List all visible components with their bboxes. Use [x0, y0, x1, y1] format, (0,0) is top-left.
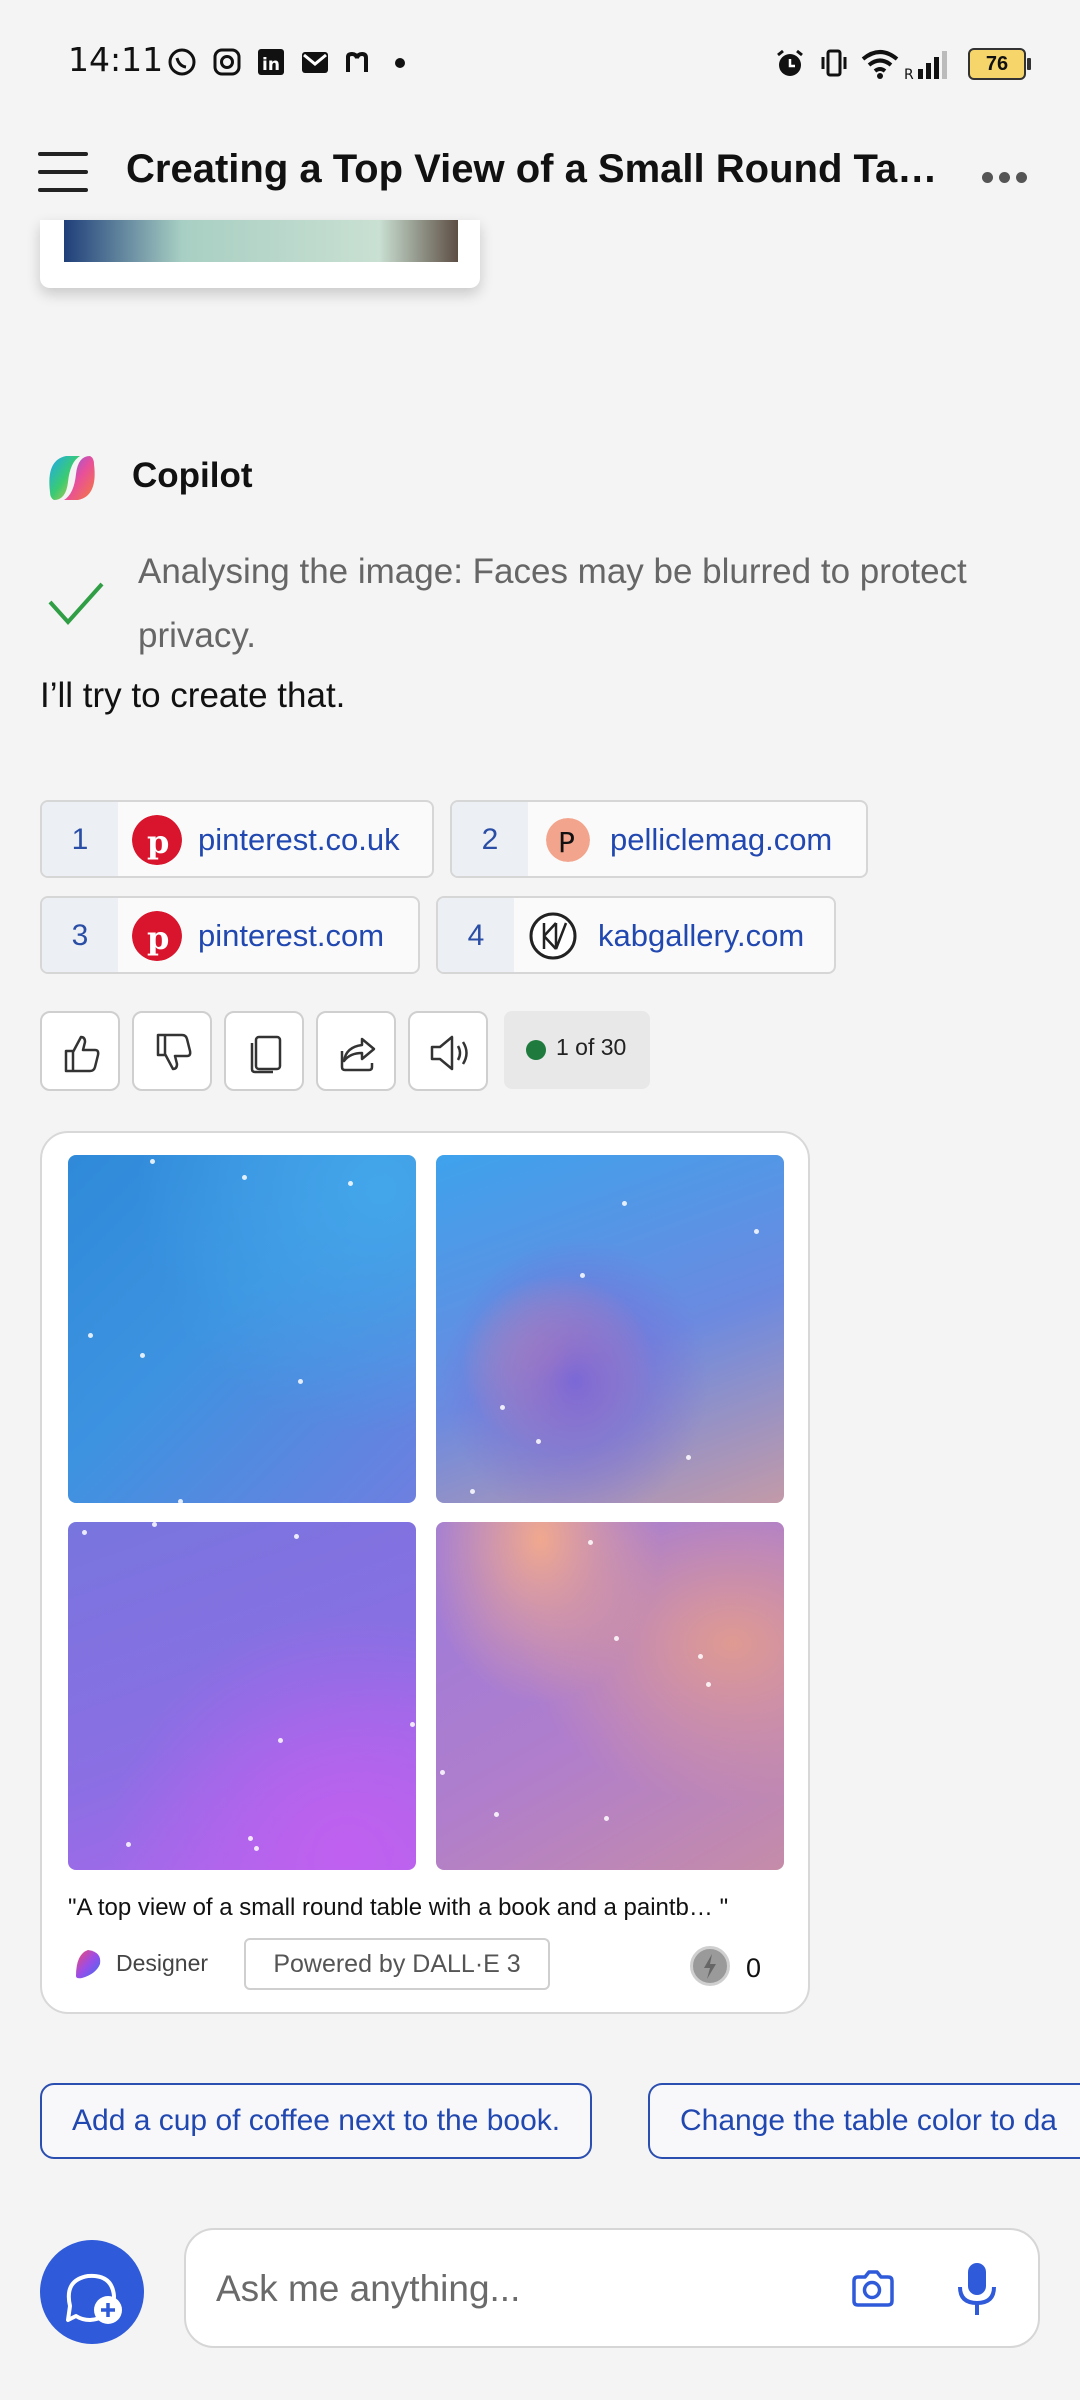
previous-uploaded-image[interactable]	[40, 220, 480, 288]
generated-image[interactable]	[68, 1522, 416, 1870]
analysis-status: Analysing the image: Faces may be blurre…	[138, 552, 967, 655]
suggestion-chip[interactable]: Add a cup of coffee next to the book.	[40, 2083, 593, 2159]
source-domain: pinterest.co.uk	[198, 822, 400, 857]
status-dot	[526, 1040, 546, 1060]
vibrate-icon	[821, 49, 847, 77]
pinterest-icon: p	[132, 911, 182, 961]
svg-text:in: in	[262, 55, 280, 75]
new-chat-button[interactable]	[40, 2240, 144, 2344]
share-button[interactable]	[316, 1011, 396, 1091]
source-link[interactable]: 4 kabgallery.com	[436, 896, 836, 974]
dot-icon	[395, 58, 405, 68]
svg-text:p: p	[147, 823, 169, 861]
camera-icon[interactable]	[848, 2265, 896, 2313]
svg-text:P: P	[558, 826, 575, 859]
more-options-button[interactable]	[982, 170, 1033, 188]
thumbs-up-button[interactable]	[40, 1011, 120, 1091]
read-aloud-button[interactable]	[408, 1011, 488, 1091]
sender-name: Copilot	[132, 456, 253, 495]
menu-button[interactable]	[38, 152, 88, 192]
status-bar: 14:11 in R 76	[0, 0, 1080, 120]
generated-image[interactable]	[68, 1155, 416, 1503]
pinterest-icon: p	[132, 815, 182, 865]
microphone-icon[interactable]	[952, 2260, 1002, 2318]
checkmark-icon	[48, 582, 104, 625]
response-counter: 1 of 30	[504, 1011, 650, 1089]
status-time: 14:11	[68, 40, 164, 79]
source-domain: kabgallery.com	[598, 918, 805, 953]
wifi-icon	[861, 50, 899, 79]
generated-image[interactable]	[436, 1155, 784, 1503]
linkedin-icon: in	[258, 49, 284, 75]
source-link[interactable]: 2 P pelliclemag.com	[450, 800, 868, 878]
source-number: 4	[438, 898, 514, 972]
battery-level: 76	[985, 53, 1009, 75]
pellicle-icon: P	[546, 818, 590, 862]
designer-logo-icon	[76, 1950, 101, 1979]
gmail-icon	[302, 52, 328, 73]
svg-text:p: p	[147, 919, 169, 957]
source-domain: pelliclemag.com	[610, 822, 833, 857]
chat-input-box[interactable]	[184, 2228, 1040, 2348]
kabgallery-icon	[529, 912, 577, 960]
reply-text: I’ll try to create that.	[40, 676, 346, 715]
alarm-icon	[777, 49, 803, 76]
image-prompt: "A top view of a small round table with …	[68, 1894, 729, 1921]
powered-by-badge: Powered by DALL·E 3	[244, 1938, 550, 1990]
instagram-icon	[213, 48, 241, 76]
thumbs-down-icon	[156, 1033, 192, 1071]
copilot-logo-icon	[49, 456, 95, 500]
whatsapp-icon	[168, 48, 196, 76]
source-number: 3	[42, 898, 118, 972]
new-chat-icon	[66, 2273, 122, 2324]
medium-icon	[346, 51, 368, 72]
boost-icon	[690, 1946, 730, 1986]
counter-text: 1 of 30	[556, 1034, 627, 1060]
thumbs-up-icon	[64, 1035, 100, 1073]
suggestion-chip[interactable]: Change the table color to da	[648, 2083, 1080, 2159]
thumbs-down-button[interactable]	[132, 1011, 212, 1091]
source-domain: pinterest.com	[198, 918, 385, 953]
copy-button[interactable]	[224, 1011, 304, 1091]
source-number: 1	[42, 802, 118, 876]
copy-icon	[250, 1035, 282, 1074]
conversation-title: Creating a Top View of a Small Round Tab…	[126, 147, 946, 191]
battery-icon: 76	[968, 48, 1031, 80]
source-link[interactable]: 1 p pinterest.co.uk	[40, 800, 434, 878]
source-number: 2	[452, 802, 528, 876]
designer-label: Designer	[116, 1950, 209, 1976]
speaker-icon	[430, 1035, 468, 1071]
generated-image[interactable]	[436, 1522, 784, 1870]
svg-text:R: R	[904, 67, 914, 81]
boost-count: 0	[746, 1953, 762, 1983]
signal-icon: R	[904, 51, 947, 81]
share-icon	[340, 1037, 376, 1072]
ask-input[interactable]	[214, 2260, 778, 2318]
source-link[interactable]: 3 p pinterest.com	[40, 896, 420, 974]
